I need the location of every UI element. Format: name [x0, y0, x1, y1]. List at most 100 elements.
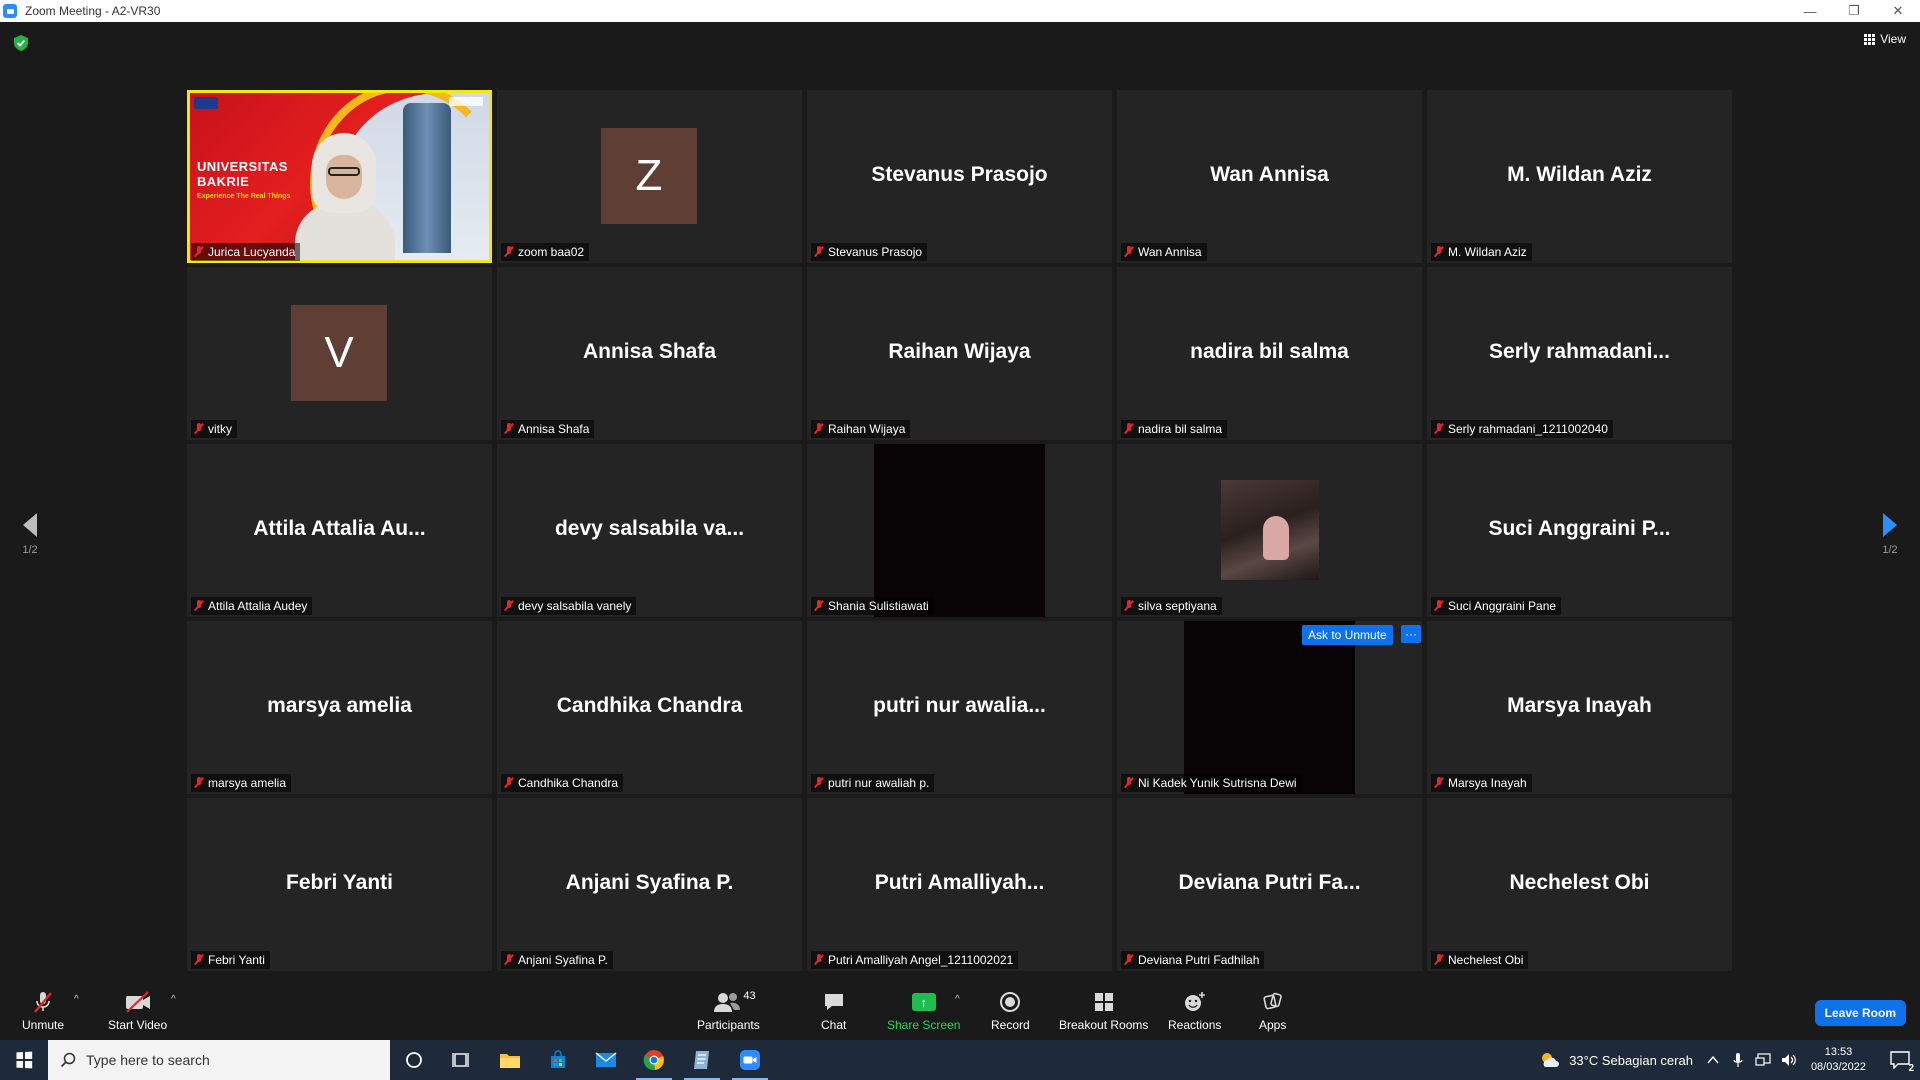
network-icon[interactable] [1755, 1053, 1771, 1067]
reactions-button[interactable]: Reactions [1168, 990, 1221, 1032]
muted-mic-icon [814, 423, 824, 435]
participant-tile[interactable]: marsya amelia marsya amelia [187, 621, 492, 794]
weather-text[interactable]: 33°C Sebagian cerah [1569, 1053, 1693, 1068]
participant-tile[interactable]: putri nur awalia... putri nur awaliah p. [807, 621, 1112, 794]
participant-name: Deviana Putri Fadhilah [1138, 953, 1260, 967]
participant-nameplate: Stevanus Prasojo [811, 243, 928, 261]
apps-button[interactable]: Apps [1259, 990, 1286, 1032]
encryption-shield-icon[interactable] [14, 35, 28, 51]
start-button[interactable] [0, 1040, 48, 1080]
taskbar-notes-app[interactable] [678, 1040, 726, 1080]
microphone-icon[interactable] [1733, 1052, 1743, 1068]
taskbar-search[interactable]: Type here to search [48, 1040, 390, 1080]
participant-display-name: Attila Attalia Au... [253, 517, 426, 540]
muted-mic-icon [504, 600, 514, 612]
participant-tile[interactable]: M. Wildan Aziz M. Wildan Aziz [1427, 90, 1732, 263]
start-video-button[interactable]: Start Video [108, 990, 167, 1032]
close-button[interactable]: ✕ [1876, 0, 1920, 22]
participant-nameplate: nadira bil salma [1121, 420, 1228, 438]
breakout-rooms-button[interactable]: Breakout Rooms [1059, 990, 1148, 1032]
taskbar-zoom[interactable] [726, 1040, 774, 1080]
share-options-caret-icon[interactable]: ^ [955, 994, 960, 1005]
cortana-circle-icon [406, 1052, 422, 1068]
taskbar-chrome[interactable] [630, 1040, 678, 1080]
participant-tile[interactable]: Shania Sulistiawati [807, 444, 1112, 617]
participant-tile[interactable]: silva septiyana [1117, 444, 1422, 617]
participant-nameplate: Nechelest Obi [1431, 951, 1529, 969]
participant-tile[interactable]: Nechelest Obi Nechelest Obi [1427, 798, 1732, 971]
window-title: Zoom Meeting - A2-VR30 [25, 4, 161, 18]
active-speaker-tile[interactable]: UNIVERSITAS BAKRIE Experience The Real Th… [187, 90, 492, 263]
participant-tile[interactable]: Raihan Wijaya Raihan Wijaya [807, 267, 1112, 440]
muted-mic-icon [504, 423, 514, 435]
restore-button[interactable]: ❐ [1832, 0, 1876, 22]
participant-name: Nechelest Obi [1448, 953, 1524, 967]
muted-mic-icon [194, 423, 204, 435]
previous-page-button[interactable]: 1/2 [0, 512, 60, 556]
minimize-button[interactable]: — [1788, 0, 1832, 22]
next-page-button[interactable]: 1/2 [1860, 512, 1920, 556]
participant-tile[interactable]: Deviana Putri Fa... Deviana Putri Fadhila… [1117, 798, 1422, 971]
taskbar-store[interactable] [534, 1040, 582, 1080]
participant-tile[interactable]: Putri Amalliyah... Putri Amalliyah Angel_… [807, 798, 1112, 971]
ask-to-unmute-button[interactable]: Ask to Unmute [1302, 625, 1393, 645]
share-screen-label: Share Screen [887, 1018, 961, 1032]
participant-nameplate: Attila Attalia Audey [191, 597, 313, 615]
chevron-up-icon[interactable] [1707, 1055, 1719, 1065]
participant-tile[interactable]: Candhika Chandra Candhika Chandra [497, 621, 802, 794]
chat-button[interactable]: Chat [821, 990, 846, 1032]
leave-room-button[interactable]: Leave Room [1814, 1000, 1906, 1026]
participant-tile[interactable]: Stevanus Prasojo Stevanus Prasojo [807, 90, 1112, 263]
participant-tile[interactable]: Ask to Unmute ··· Ni Kadek Yunik Sutrisna … [1117, 621, 1422, 794]
participant-tile[interactable]: Wan Annisa Wan Annisa [1117, 90, 1422, 263]
muted-mic-icon [1124, 777, 1134, 789]
participant-tile[interactable]: Suci Anggraini P... Suci Anggraini Pane [1427, 444, 1732, 617]
more-options-button[interactable]: ··· [1401, 625, 1421, 643]
audio-options-caret-icon[interactable]: ^ [74, 994, 79, 1005]
participant-gallery: UNIVERSITAS BAKRIE Experience The Real Th… [187, 90, 1732, 971]
participant-name: Anjani Syafina P. [518, 953, 608, 967]
participant-name: devy salsabila vanely [518, 599, 632, 613]
participant-tile[interactable]: devy salsabila va... devy salsabila vanel… [497, 444, 802, 617]
participant-display-name: Anjani Syafina P. [565, 871, 734, 894]
participant-nameplate: Raihan Wijaya [811, 420, 911, 438]
weather-partly-sunny-icon [1542, 1053, 1560, 1067]
participant-tile[interactable]: nadira bil salma nadira bil salma [1117, 267, 1422, 440]
participant-name: Jurica Lucyanda [208, 245, 296, 259]
unmute-button[interactable]: Unmute [22, 990, 64, 1032]
participant-name: Candhika Chandra [518, 776, 619, 790]
participant-tile[interactable]: Zzoom baa02 [497, 90, 802, 263]
meeting-area: View 1/2 1/2 UNIVERSITAS BAKRIE Experienc… [0, 22, 1920, 971]
participant-tile[interactable]: Annisa Shafa Annisa Shafa [497, 267, 802, 440]
notes-icon [694, 1051, 709, 1069]
participant-nameplate: Suci Anggraini Pane [1431, 597, 1562, 615]
participant-name: Ni Kadek Yunik Sutrisna Dewi [1138, 776, 1297, 790]
muted-mic-icon [504, 777, 514, 789]
notification-center-button[interactable]: 2 [1880, 1040, 1920, 1080]
participant-name: silva septiyana [1138, 599, 1217, 613]
participant-tile[interactable]: Attila Attalia Au... Attila Attalia Audey [187, 444, 492, 617]
volume-icon[interactable] [1781, 1053, 1799, 1067]
participant-display-name: Febri Yanti [286, 871, 393, 894]
muted-mic-icon [1434, 423, 1444, 435]
video-options-caret-icon[interactable]: ^ [171, 994, 176, 1005]
view-button[interactable]: View [1864, 32, 1906, 46]
participant-tile[interactable]: Vvitky [187, 267, 492, 440]
participant-tile[interactable]: Febri Yanti Febri Yanti [187, 798, 492, 971]
participant-tile[interactable]: Anjani Syafina P. Anjani Syafina P. [497, 798, 802, 971]
participants-button[interactable]: 43 Participants [697, 990, 760, 1032]
participant-name: Attila Attalia Audey [208, 599, 308, 613]
taskbar-clock[interactable]: 13:53 08/03/2022 [1811, 1045, 1866, 1075]
windows-taskbar: Type here to search 33°C Sebagian cerah … [0, 1040, 1920, 1080]
record-button[interactable]: Record [991, 990, 1030, 1032]
meeting-toolbar: Unmute ^ Start Video ^ 43 Participants C… [0, 978, 1920, 1040]
share-screen-button[interactable]: ↑ Share Screen [887, 990, 960, 1032]
participant-tile[interactable]: Serly rahmadani... Serly rahmadani_121100… [1427, 267, 1732, 440]
task-view-button[interactable] [438, 1040, 486, 1080]
participant-nameplate: Shania Sulistiawati [811, 597, 934, 615]
taskbar-file-explorer[interactable] [486, 1040, 534, 1080]
taskbar-mail[interactable] [582, 1040, 630, 1080]
participant-tile[interactable]: Marsya Inayah Marsya Inayah [1427, 621, 1732, 794]
cortana-button[interactable] [390, 1040, 438, 1080]
zoom-icon [740, 1050, 760, 1070]
